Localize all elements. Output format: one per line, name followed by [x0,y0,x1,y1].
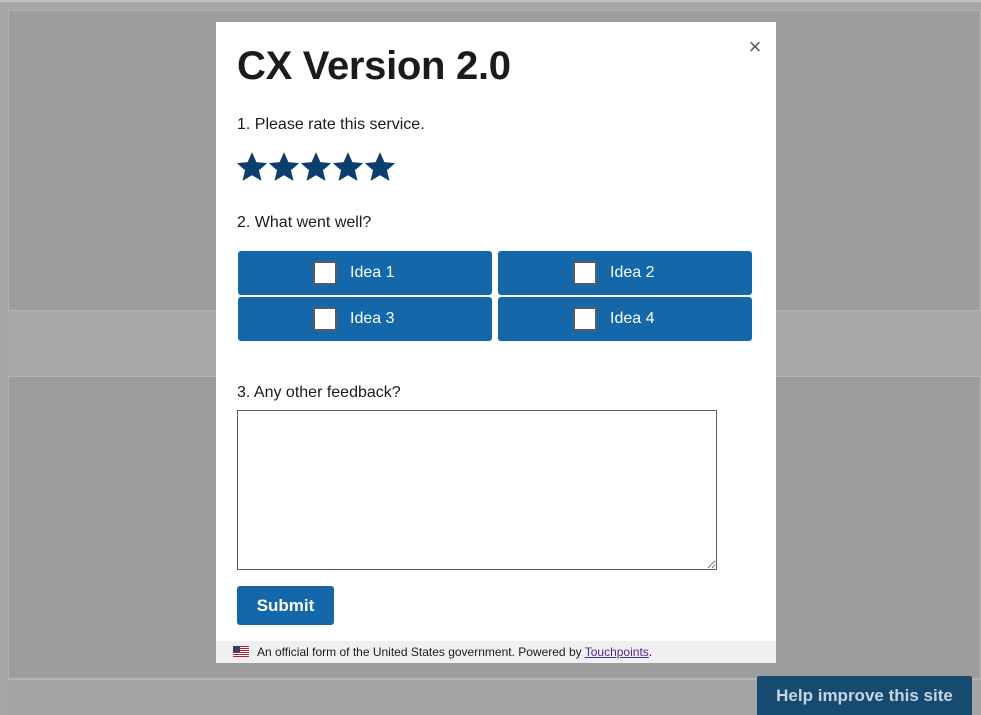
star-rating[interactable] [236,150,396,186]
checkbox[interactable] [313,307,337,331]
star-icon-1[interactable] [236,150,268,186]
touchpoints-link[interactable]: Touchpoints [585,645,649,659]
question-feedback-label: 3. Any other feedback? [237,384,401,401]
feedback-modal: × CX Version 2.0 1. Please rate this ser… [216,22,776,663]
star-icon-4[interactable] [332,150,364,186]
option-idea-4[interactable]: Idea 4 [498,297,752,341]
star-icon-5[interactable] [364,150,396,186]
option-idea-1[interactable]: Idea 1 [238,251,492,295]
question-went-well-label: 2. What went well? [237,214,372,231]
checkbox[interactable] [313,261,337,285]
option-label: Idea 3 [350,310,395,327]
option-label: Idea 4 [610,310,655,327]
submit-button[interactable]: Submit [237,586,334,625]
feedback-textarea[interactable] [237,410,717,570]
option-label: Idea 2 [610,264,655,281]
us-flag-icon [233,646,249,658]
star-icon-3[interactable] [300,150,332,186]
modal-footer: An official form of the United States go… [216,641,776,663]
checkbox[interactable] [573,307,597,331]
close-button[interactable]: × [744,36,766,58]
option-label: Idea 1 [350,264,395,281]
footer-suffix: . [648,645,653,659]
footer-text: An official form of the United States go… [257,645,585,659]
modal-title: CX Version 2.0 [237,44,511,88]
question-rating-label: 1. Please rate this service. [237,116,425,133]
page-top-strip [0,0,981,2]
option-idea-3[interactable]: Idea 3 [238,297,492,341]
checkbox[interactable] [573,261,597,285]
star-icon-2[interactable] [268,150,300,186]
help-improve-tab[interactable]: Help improve this site [757,676,972,715]
close-icon[interactable]: × [749,34,762,59]
option-idea-2[interactable]: Idea 2 [498,251,752,295]
